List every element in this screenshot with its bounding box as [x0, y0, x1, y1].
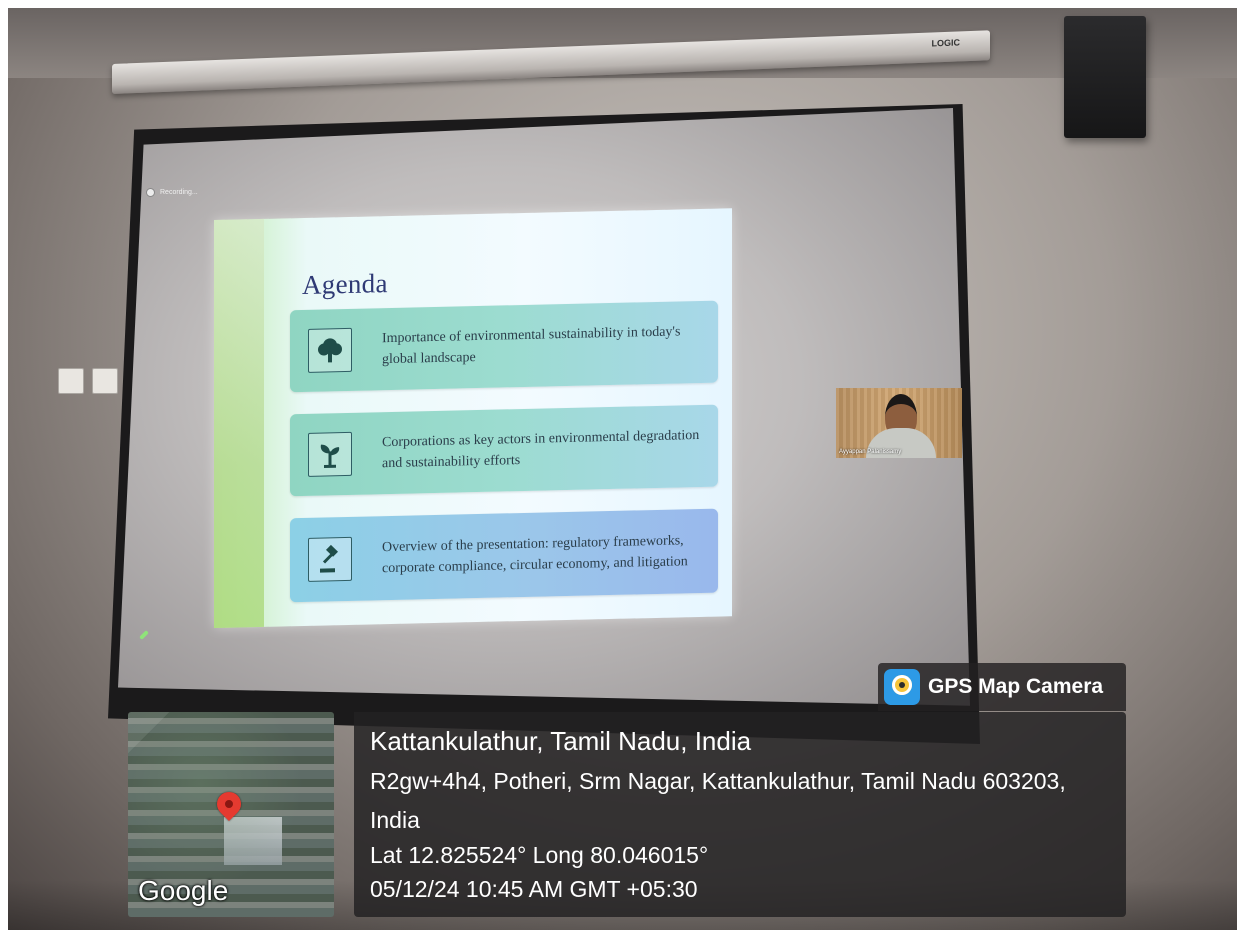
wall-sockets	[58, 368, 118, 394]
map-brand: Google	[138, 875, 229, 906]
location-title: Kattankulathur, Tamil Nadu, India	[370, 726, 752, 756]
agenda-item: Corporations as key actors in environmen…	[290, 404, 718, 497]
map-thumbnail: Google	[128, 712, 334, 917]
gps-info-panel: Kattankulathur, Tamil Nadu, India R2gw+4…	[354, 712, 1126, 917]
agenda-item: Importance of environmental sustainabili…	[290, 300, 718, 393]
recording-icon	[146, 188, 155, 197]
gavel-icon	[308, 536, 352, 582]
gps-map-camera-icon	[884, 669, 920, 705]
slide-decoration	[214, 218, 264, 628]
agenda-item: Overview of the presentation: regulatory…	[290, 508, 718, 603]
recording-indicator: Recording...	[146, 188, 198, 197]
sprout-icon	[308, 431, 352, 477]
recording-label: Recording...	[160, 189, 198, 196]
address: R2gw+4h4, Potheri, Srm Nagar, Kattankula…	[370, 768, 1066, 833]
projector-brand: LOGIC	[931, 37, 961, 49]
socket	[58, 368, 84, 394]
agenda-item-text: Importance of environmental sustainabili…	[382, 324, 681, 368]
tree-icon	[308, 327, 352, 373]
gps-camera-badge: GPS Map Camera	[878, 663, 1126, 711]
gps-app-name: GPS Map Camera	[928, 675, 1104, 698]
lat-long: Lat 12.825524° Long 80.046015°	[370, 842, 709, 868]
participant-video-tile: Ayyappan Palanissamy	[836, 388, 962, 458]
presentation-slide: Agenda Importance of environmental susta…	[214, 208, 732, 628]
date-time: 05/12/24 10:45 AM GMT +05:30	[370, 876, 698, 902]
agenda-item-text: Overview of the presentation: regulatory…	[382, 533, 688, 577]
slide-title: Agenda	[302, 268, 388, 301]
wall-speaker	[1064, 16, 1146, 138]
socket	[92, 368, 118, 394]
location-pin-icon	[212, 787, 246, 821]
agenda-item-text: Corporations as key actors in environmen…	[382, 427, 700, 472]
participant-name: Ayyappan Palanissamy	[839, 449, 902, 455]
